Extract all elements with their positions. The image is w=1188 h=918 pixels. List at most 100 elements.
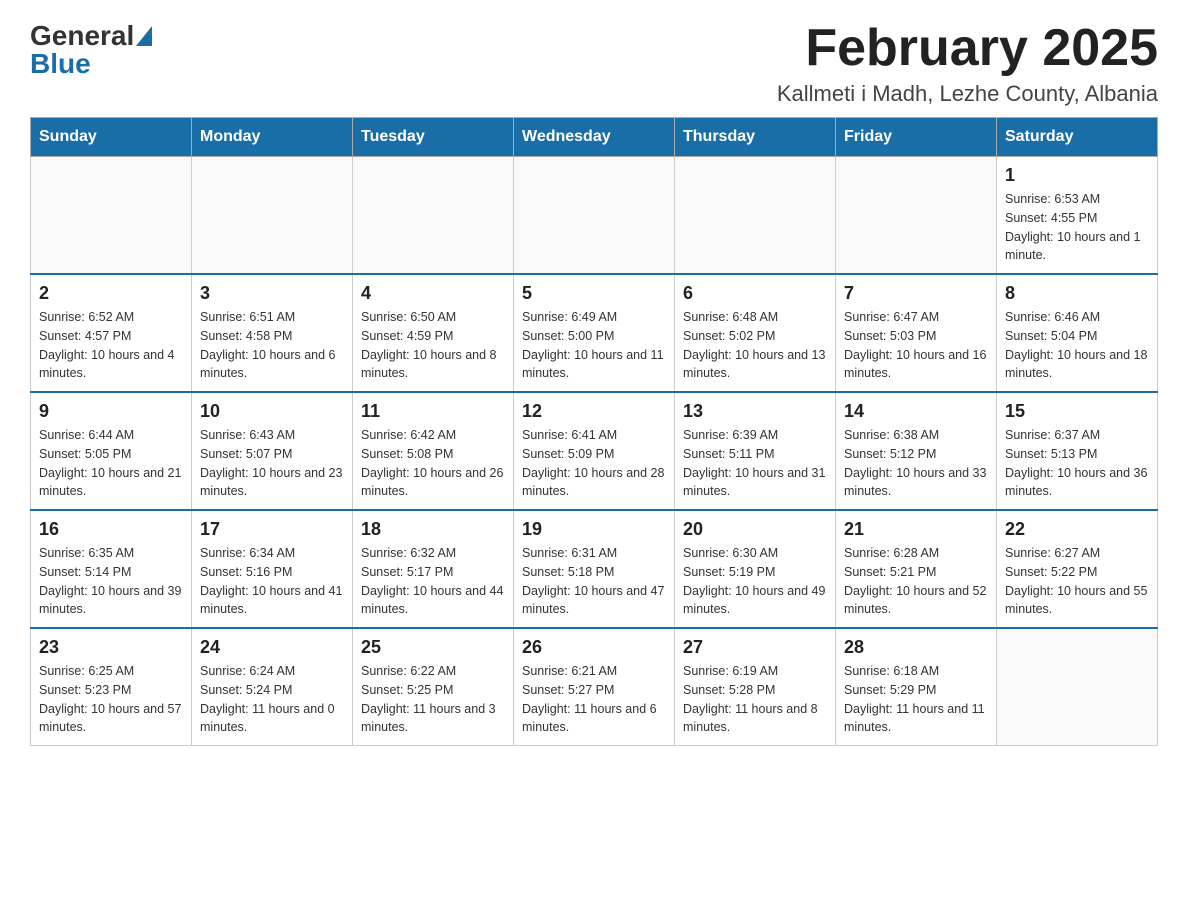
- day-info: Sunrise: 6:46 AMSunset: 5:04 PMDaylight:…: [1005, 308, 1149, 383]
- logo-arrow-icon: [136, 26, 152, 46]
- day-info: Sunrise: 6:50 AMSunset: 4:59 PMDaylight:…: [361, 308, 505, 383]
- calendar-cell: [514, 157, 675, 275]
- day-info: Sunrise: 6:49 AMSunset: 5:00 PMDaylight:…: [522, 308, 666, 383]
- header-thursday: Thursday: [675, 118, 836, 157]
- day-info: Sunrise: 6:41 AMSunset: 5:09 PMDaylight:…: [522, 426, 666, 501]
- calendar-week-row-4: 23 Sunrise: 6:25 AMSunset: 5:23 PMDayligh…: [31, 628, 1158, 746]
- day-number: 2: [39, 283, 183, 304]
- day-info: Sunrise: 6:30 AMSunset: 5:19 PMDaylight:…: [683, 544, 827, 619]
- calendar-cell: 26 Sunrise: 6:21 AMSunset: 5:27 PMDayligh…: [514, 628, 675, 746]
- day-number: 5: [522, 283, 666, 304]
- day-info: Sunrise: 6:43 AMSunset: 5:07 PMDaylight:…: [200, 426, 344, 501]
- day-number: 15: [1005, 401, 1149, 422]
- page-header: General Blue February 2025 Kallmeti i Ma…: [30, 20, 1158, 107]
- logo-blue-text: Blue: [30, 48, 91, 80]
- calendar-cell: 8 Sunrise: 6:46 AMSunset: 5:04 PMDaylight…: [997, 274, 1158, 392]
- calendar-cell: 22 Sunrise: 6:27 AMSunset: 5:22 PMDayligh…: [997, 510, 1158, 628]
- calendar-cell: 6 Sunrise: 6:48 AMSunset: 5:02 PMDaylight…: [675, 274, 836, 392]
- day-number: 10: [200, 401, 344, 422]
- calendar-cell: 10 Sunrise: 6:43 AMSunset: 5:07 PMDayligh…: [192, 392, 353, 510]
- day-number: 22: [1005, 519, 1149, 540]
- day-info: Sunrise: 6:53 AMSunset: 4:55 PMDaylight:…: [1005, 190, 1149, 265]
- day-number: 3: [200, 283, 344, 304]
- day-info: Sunrise: 6:52 AMSunset: 4:57 PMDaylight:…: [39, 308, 183, 383]
- day-number: 26: [522, 637, 666, 658]
- day-number: 13: [683, 401, 827, 422]
- day-info: Sunrise: 6:42 AMSunset: 5:08 PMDaylight:…: [361, 426, 505, 501]
- day-info: Sunrise: 6:19 AMSunset: 5:28 PMDaylight:…: [683, 662, 827, 737]
- day-number: 1: [1005, 165, 1149, 186]
- day-number: 28: [844, 637, 988, 658]
- header-sunday: Sunday: [31, 118, 192, 157]
- calendar-cell: 3 Sunrise: 6:51 AMSunset: 4:58 PMDaylight…: [192, 274, 353, 392]
- day-number: 24: [200, 637, 344, 658]
- day-number: 6: [683, 283, 827, 304]
- day-info: Sunrise: 6:35 AMSunset: 5:14 PMDaylight:…: [39, 544, 183, 619]
- day-number: 20: [683, 519, 827, 540]
- day-number: 18: [361, 519, 505, 540]
- calendar-cell: 1 Sunrise: 6:53 AMSunset: 4:55 PMDaylight…: [997, 157, 1158, 275]
- logo: General Blue: [30, 20, 152, 80]
- calendar-cell: 13 Sunrise: 6:39 AMSunset: 5:11 PMDayligh…: [675, 392, 836, 510]
- day-info: Sunrise: 6:28 AMSunset: 5:21 PMDaylight:…: [844, 544, 988, 619]
- calendar-cell: [31, 157, 192, 275]
- calendar-cell: 28 Sunrise: 6:18 AMSunset: 5:29 PMDayligh…: [836, 628, 997, 746]
- day-info: Sunrise: 6:25 AMSunset: 5:23 PMDaylight:…: [39, 662, 183, 737]
- calendar-week-row-0: 1 Sunrise: 6:53 AMSunset: 4:55 PMDaylight…: [31, 157, 1158, 275]
- day-number: 27: [683, 637, 827, 658]
- day-info: Sunrise: 6:47 AMSunset: 5:03 PMDaylight:…: [844, 308, 988, 383]
- calendar-cell: 15 Sunrise: 6:37 AMSunset: 5:13 PMDayligh…: [997, 392, 1158, 510]
- day-info: Sunrise: 6:34 AMSunset: 5:16 PMDaylight:…: [200, 544, 344, 619]
- day-number: 4: [361, 283, 505, 304]
- day-number: 8: [1005, 283, 1149, 304]
- calendar-week-row-2: 9Sunrise: 6:44 AMSunset: 5:05 PMDaylight…: [31, 392, 1158, 510]
- day-info: Sunrise: 6:38 AMSunset: 5:12 PMDaylight:…: [844, 426, 988, 501]
- day-info: Sunrise: 6:51 AMSunset: 4:58 PMDaylight:…: [200, 308, 344, 383]
- calendar-cell: 7 Sunrise: 6:47 AMSunset: 5:03 PMDaylight…: [836, 274, 997, 392]
- day-number: 12: [522, 401, 666, 422]
- day-number: 9: [39, 401, 183, 422]
- day-number: 11: [361, 401, 505, 422]
- day-info: Sunrise: 6:22 AMSunset: 5:25 PMDaylight:…: [361, 662, 505, 737]
- calendar-cell: [353, 157, 514, 275]
- calendar-cell: [192, 157, 353, 275]
- calendar-week-row-3: 16 Sunrise: 6:35 AMSunset: 5:14 PMDayligh…: [31, 510, 1158, 628]
- header-monday: Monday: [192, 118, 353, 157]
- day-info: Sunrise: 6:39 AMSunset: 5:11 PMDaylight:…: [683, 426, 827, 501]
- calendar-cell: 24 Sunrise: 6:24 AMSunset: 5:24 PMDayligh…: [192, 628, 353, 746]
- day-number: 25: [361, 637, 505, 658]
- day-number: 7: [844, 283, 988, 304]
- day-number: 17: [200, 519, 344, 540]
- day-info: Sunrise: 6:31 AMSunset: 5:18 PMDaylight:…: [522, 544, 666, 619]
- title-section: February 2025 Kallmeti i Madh, Lezhe Cou…: [777, 20, 1158, 107]
- day-info: Sunrise: 6:24 AMSunset: 5:24 PMDaylight:…: [200, 662, 344, 737]
- calendar-cell: 16 Sunrise: 6:35 AMSunset: 5:14 PMDayligh…: [31, 510, 192, 628]
- day-number: 23: [39, 637, 183, 658]
- month-title: February 2025: [777, 20, 1158, 77]
- day-info: Sunrise: 6:21 AMSunset: 5:27 PMDaylight:…: [522, 662, 666, 737]
- calendar-cell: 9Sunrise: 6:44 AMSunset: 5:05 PMDaylight…: [31, 392, 192, 510]
- day-info: Sunrise: 6:18 AMSunset: 5:29 PMDaylight:…: [844, 662, 988, 737]
- calendar-cell: 20 Sunrise: 6:30 AMSunset: 5:19 PMDayligh…: [675, 510, 836, 628]
- calendar-week-row-1: 2 Sunrise: 6:52 AMSunset: 4:57 PMDaylight…: [31, 274, 1158, 392]
- day-number: 16: [39, 519, 183, 540]
- day-info: Sunrise: 6:32 AMSunset: 5:17 PMDaylight:…: [361, 544, 505, 619]
- calendar-cell: 25 Sunrise: 6:22 AMSunset: 5:25 PMDayligh…: [353, 628, 514, 746]
- day-number: 21: [844, 519, 988, 540]
- day-info: Sunrise: 6:37 AMSunset: 5:13 PMDaylight:…: [1005, 426, 1149, 501]
- calendar-cell: [997, 628, 1158, 746]
- day-info: Sunrise: 6:48 AMSunset: 5:02 PMDaylight:…: [683, 308, 827, 383]
- calendar-table: Sunday Monday Tuesday Wednesday Thursday…: [30, 117, 1158, 746]
- calendar-cell: 12 Sunrise: 6:41 AMSunset: 5:09 PMDayligh…: [514, 392, 675, 510]
- day-info: Sunrise: 6:27 AMSunset: 5:22 PMDaylight:…: [1005, 544, 1149, 619]
- calendar-cell: 27 Sunrise: 6:19 AMSunset: 5:28 PMDayligh…: [675, 628, 836, 746]
- calendar-header-row: Sunday Monday Tuesday Wednesday Thursday…: [31, 118, 1158, 157]
- calendar-cell: 23 Sunrise: 6:25 AMSunset: 5:23 PMDayligh…: [31, 628, 192, 746]
- calendar-cell: 4 Sunrise: 6:50 AMSunset: 4:59 PMDaylight…: [353, 274, 514, 392]
- calendar-cell: 5 Sunrise: 6:49 AMSunset: 5:00 PMDaylight…: [514, 274, 675, 392]
- header-saturday: Saturday: [997, 118, 1158, 157]
- calendar-cell: 11 Sunrise: 6:42 AMSunset: 5:08 PMDayligh…: [353, 392, 514, 510]
- calendar-cell: 19Sunrise: 6:31 AMSunset: 5:18 PMDayligh…: [514, 510, 675, 628]
- header-tuesday: Tuesday: [353, 118, 514, 157]
- calendar-cell: 18 Sunrise: 6:32 AMSunset: 5:17 PMDayligh…: [353, 510, 514, 628]
